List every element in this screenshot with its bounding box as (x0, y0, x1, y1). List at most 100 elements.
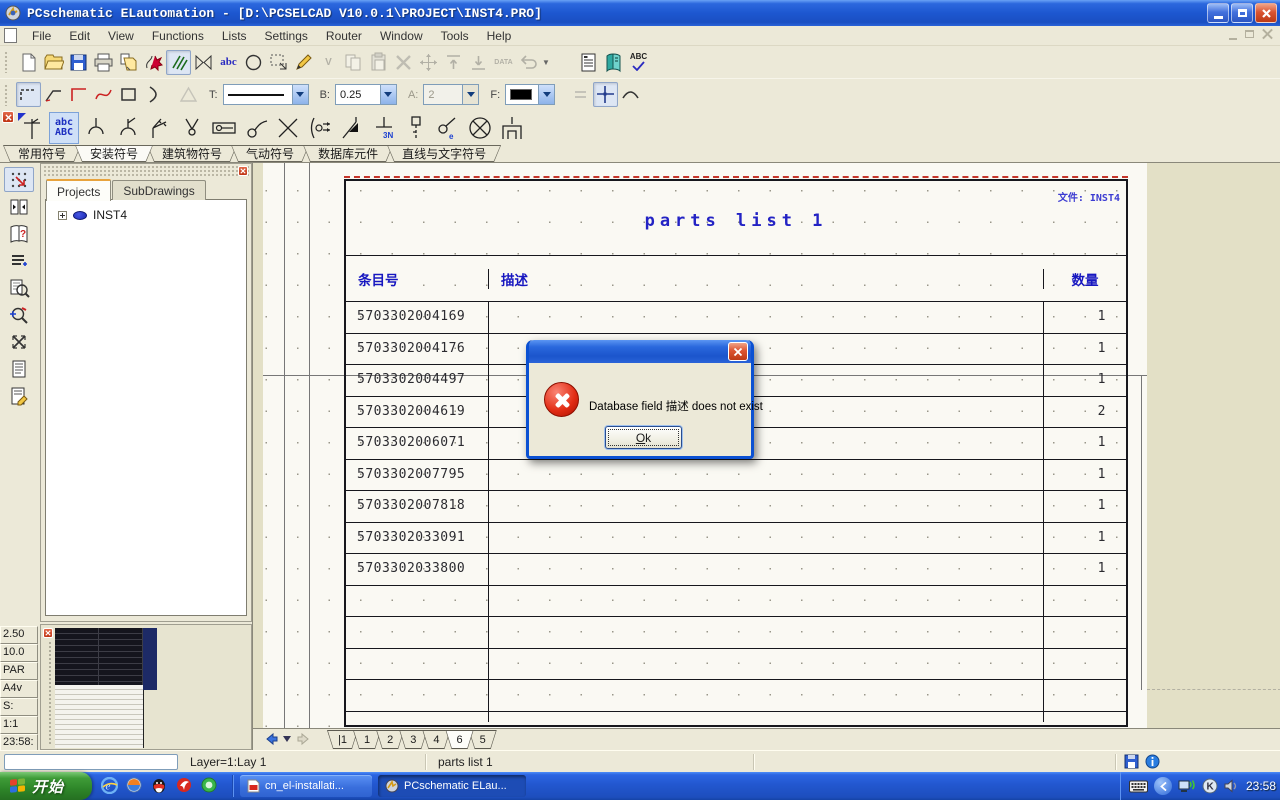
line-dash-corner-button[interactable] (16, 82, 41, 107)
menu-item[interactable]: Tools (432, 27, 478, 45)
page-tab[interactable]: 4 (422, 730, 450, 749)
disperse-button[interactable] (4, 329, 34, 354)
preview-close-button[interactable] (43, 628, 53, 638)
page-tab[interactable]: 2 (376, 730, 404, 749)
close-button[interactable] (1255, 3, 1277, 23)
symbol-browser-button[interactable] (4, 194, 34, 219)
sym-pushbutton-icon[interactable] (401, 112, 431, 144)
sym-multi-switch-icon[interactable] (145, 112, 175, 144)
document-pages-button[interactable] (4, 356, 34, 381)
snap-grid-button[interactable] (4, 167, 34, 192)
menu-item[interactable]: View (99, 27, 143, 45)
object-list-button[interactable] (4, 248, 34, 273)
junction-button[interactable] (593, 82, 618, 107)
database-button[interactable] (601, 50, 626, 75)
tree-item-inst4[interactable]: INST4 (46, 200, 246, 222)
page-tab[interactable]: 5 (469, 730, 497, 749)
page-back-dropdown[interactable] (281, 730, 293, 748)
command-input[interactable] (4, 754, 178, 770)
status-cell[interactable]: 10.0 (0, 644, 38, 662)
restore-button[interactable] (1231, 3, 1253, 23)
status-cell[interactable]: S: (0, 698, 38, 716)
ie-icon[interactable]: e (100, 776, 118, 794)
symbol-tab[interactable]: 常用符号 (3, 145, 81, 162)
draw-symbols-button[interactable] (191, 50, 216, 75)
document-window-icon[interactable] (4, 28, 17, 43)
volume-tray-icon[interactable] (1224, 779, 1238, 793)
close-symbolbar-button[interactable] (2, 111, 14, 123)
tab-subdrawings[interactable]: SubDrawings (112, 180, 205, 200)
sym-junction-box-icon[interactable] (209, 112, 239, 144)
open-button[interactable] (41, 50, 66, 75)
kmplayer-tray-icon[interactable]: K (1202, 778, 1218, 794)
menu-item[interactable]: File (23, 27, 60, 45)
preview-thumbnail-top[interactable] (55, 628, 143, 685)
menu-item[interactable]: Help (478, 27, 521, 45)
zoom-edit-button[interactable] (4, 302, 34, 327)
print-button[interactable] (91, 50, 116, 75)
symbol-tab[interactable]: 安装符号 (75, 145, 153, 162)
menu-item[interactable]: Lists (213, 27, 256, 45)
area-select-button[interactable] (266, 50, 291, 75)
zoom-page-button[interactable] (4, 275, 34, 300)
status-cell[interactable]: PAR (0, 662, 38, 680)
line-arc-button[interactable] (141, 82, 166, 107)
network-tray-icon[interactable] (1178, 779, 1196, 794)
qq-icon[interactable] (150, 776, 168, 794)
mdi-close-icon[interactable] (1262, 28, 1274, 40)
menu-item[interactable]: Settings (256, 27, 317, 45)
sym-socket-icon[interactable] (241, 112, 271, 144)
tray-collapse-button[interactable] (1154, 777, 1172, 795)
new-document-button[interactable] (16, 50, 41, 75)
mdi-restore-icon[interactable] (1245, 30, 1254, 38)
symbol-tab[interactable]: 数据库元件 (303, 145, 393, 162)
info-status-icon[interactable] (1145, 754, 1160, 769)
preview-grip[interactable] (48, 641, 52, 745)
print-pages-button[interactable] (116, 50, 141, 75)
symbol-menu-button[interactable] (141, 50, 166, 75)
menu-item[interactable]: Window (371, 27, 432, 45)
sym-text-icon[interactable]: abcABC (49, 112, 79, 144)
page-tab[interactable]: 3 (399, 730, 427, 749)
linetype-select[interactable] (223, 84, 309, 105)
save-button[interactable] (66, 50, 91, 75)
help-book-button[interactable]: ? (4, 221, 34, 246)
expand-icon[interactable] (58, 211, 67, 220)
thunder-icon[interactable] (175, 776, 193, 794)
tab-projects[interactable]: Projects (46, 179, 111, 201)
sym-lamp-icon[interactable] (465, 112, 495, 144)
mdi-minimize-icon[interactable] (1229, 38, 1237, 40)
edit-pen-button[interactable] (291, 50, 316, 75)
sym-earth-icon[interactable]: 3N (369, 112, 399, 144)
page-tab[interactable]: |1 (327, 730, 358, 749)
linewidth-select[interactable]: 0.25 (335, 84, 397, 105)
start-button[interactable]: 开始 (0, 772, 92, 800)
sym-two-way-switch-icon[interactable] (177, 112, 207, 144)
status-cell[interactable]: A4v (0, 680, 38, 698)
panel-close-button[interactable] (238, 166, 248, 176)
sym-meter-icon[interactable] (305, 112, 335, 144)
page-tab[interactable]: 1 (353, 730, 381, 749)
object-lists-button[interactable] (576, 50, 601, 75)
task-button-pcschematic[interactable]: PCschematic ELau... (378, 775, 526, 797)
toolbar-grip[interactable] (4, 84, 9, 106)
green-app-icon[interactable] (200, 776, 218, 794)
keyboard-tray-icon[interactable] (1129, 780, 1148, 793)
symbol-tab[interactable]: 直线与文字符号 (387, 145, 501, 162)
task-button-pdf[interactable]: cn_el-installati... (240, 775, 372, 797)
document-edit-button[interactable] (4, 383, 34, 408)
sym-flush-box-icon[interactable] (497, 112, 527, 144)
save-status-icon[interactable] (1124, 754, 1139, 769)
sym-contactor-icon[interactable] (337, 112, 367, 144)
status-cell[interactable]: 2.50 (0, 626, 38, 644)
minimize-button[interactable] (1207, 3, 1229, 23)
color-select[interactable] (505, 84, 555, 105)
sym-pole-icon[interactable] (17, 112, 47, 144)
sym-crossing-icon[interactable] (273, 112, 303, 144)
line-curve-button[interactable] (91, 82, 116, 107)
line-angle-button[interactable] (41, 82, 66, 107)
spellcheck-button[interactable]: ABC (626, 50, 651, 75)
drawing-canvas[interactable]: 文件: INST4 parts list 1 条目号 描述 数量 5703302… (252, 163, 1280, 750)
menu-item[interactable]: Edit (60, 27, 99, 45)
draw-text-button[interactable]: abc (216, 50, 241, 75)
